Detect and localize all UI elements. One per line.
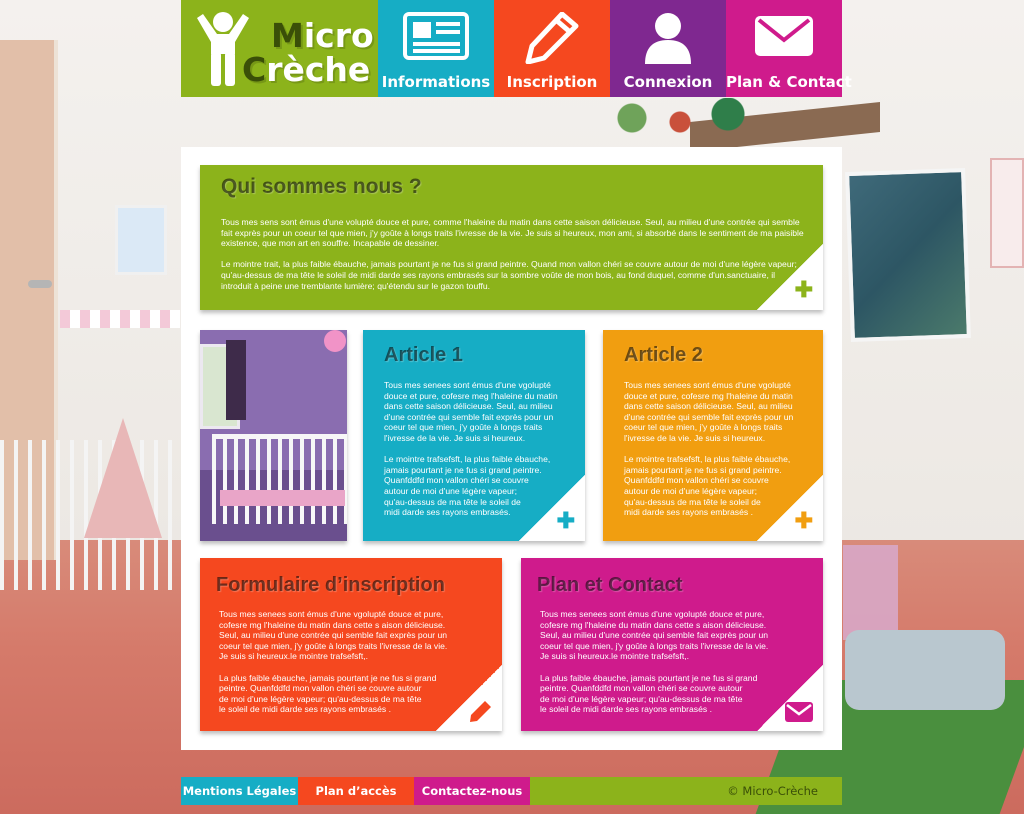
nav-connexion-label: Connexion bbox=[623, 73, 713, 91]
pencil-icon bbox=[525, 12, 579, 64]
user-icon bbox=[645, 13, 691, 64]
logo[interactable]: Micro Crèche bbox=[181, 0, 378, 97]
registration-form-card: Formulaire d’inscription Tous mes senees… bbox=[200, 558, 502, 731]
newspaper-icon bbox=[403, 12, 469, 60]
form-title: Formulaire d’inscription bbox=[216, 574, 445, 596]
card-fold bbox=[757, 475, 823, 541]
footer-legal-link[interactable]: Mentions Légales bbox=[181, 777, 298, 805]
nav-informations-label: Informations bbox=[381, 73, 491, 91]
plan-title: Plan et Contact bbox=[537, 574, 683, 596]
nursery-crib-photo bbox=[200, 330, 347, 541]
site-header: Micro Crèche Informations Inscription Co… bbox=[181, 0, 852, 97]
envelope-icon bbox=[755, 16, 813, 56]
envelope-icon[interactable] bbox=[785, 702, 813, 722]
article-1-card: Article 1 Tous mes senees sont émus d'un… bbox=[363, 330, 585, 541]
article-2-title: Article 2 bbox=[624, 344, 703, 366]
card-fold bbox=[757, 244, 823, 310]
plus-icon[interactable]: ✚ bbox=[557, 510, 575, 532]
nav-connexion[interactable]: Connexion bbox=[610, 0, 726, 97]
plan-contact-card: Plan et Contact Tous mes senees sont ému… bbox=[521, 558, 823, 731]
nav-inscription[interactable]: Inscription bbox=[494, 0, 610, 97]
about-text: Tous mes sens sont émus d'une volupté do… bbox=[221, 217, 804, 291]
footer-copyright: © Micro-Crèche bbox=[530, 777, 842, 805]
about-title: Qui sommes nous ? bbox=[221, 175, 422, 198]
footer-access-link[interactable]: Plan d’accès bbox=[298, 777, 414, 805]
card-fold bbox=[519, 475, 585, 541]
content-panel: Qui sommes nous ? Tous mes sens sont ému… bbox=[181, 147, 842, 750]
nav-inscription-label: Inscription bbox=[506, 73, 598, 91]
logo-line-2: Crèche bbox=[242, 50, 371, 89]
nav-plan-contact-label: Plan & Contact bbox=[726, 73, 852, 91]
plus-icon[interactable]: ✚ bbox=[795, 510, 813, 532]
article-2-card: Article 2 Tous mes senees sont émus d'un… bbox=[603, 330, 823, 541]
site-footer: Mentions Légales Plan d’accès Contactez-… bbox=[181, 777, 842, 805]
nav-informations[interactable]: Informations bbox=[378, 0, 494, 97]
nav-plan-contact[interactable]: Plan & Contact bbox=[726, 0, 852, 97]
about-card: Qui sommes nous ? Tous mes sens sont ému… bbox=[200, 165, 823, 310]
plus-icon[interactable]: ✚ bbox=[795, 279, 813, 301]
article-1-title: Article 1 bbox=[384, 344, 463, 366]
footer-contact-link[interactable]: Contactez-nous bbox=[414, 777, 530, 805]
pencil-icon[interactable] bbox=[468, 700, 492, 722]
